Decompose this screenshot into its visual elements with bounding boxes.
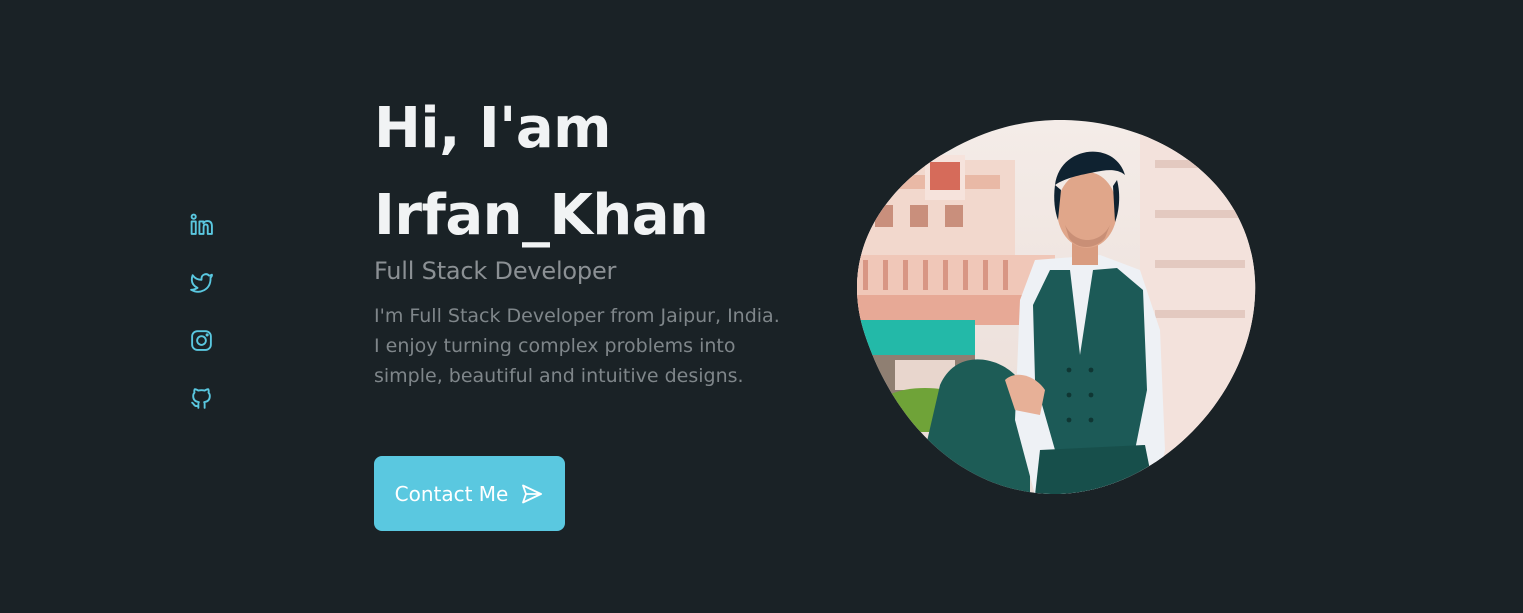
send-icon <box>522 484 543 503</box>
github-link[interactable] <box>189 386 214 411</box>
instagram-icon <box>191 330 212 351</box>
twitter-link[interactable] <box>189 270 214 295</box>
home-section: Hi, I'am Irfan_Khan Full Stack Developer… <box>0 0 1523 613</box>
hero-intro: Hi, I'am Irfan_Khan Full Stack Developer… <box>374 100 814 391</box>
hero-description: I'm Full Stack Developer from Jaipur, In… <box>374 301 814 391</box>
social-links <box>189 212 214 411</box>
hero-description-line: I enjoy turning complex problems into <box>374 335 736 357</box>
instagram-link[interactable] <box>189 328 214 353</box>
linkedin-link[interactable] <box>189 212 214 237</box>
hero-name: Irfan_Khan <box>374 183 709 248</box>
contact-me-button[interactable]: Contact Me <box>374 456 565 531</box>
contact-me-label: Contact Me <box>394 481 509 506</box>
hero-greeting: Hi, I'am <box>374 96 611 161</box>
github-icon <box>191 388 211 409</box>
hero-role: Full Stack Developer <box>374 257 617 285</box>
profile-blob-image <box>856 120 1256 495</box>
hero-description-line: simple, beautiful and intuitive designs. <box>374 365 744 387</box>
hero-description-line: I'm Full Stack Developer from Jaipur, In… <box>374 305 780 327</box>
twitter-icon <box>190 273 213 293</box>
profile-photo <box>855 120 1256 495</box>
hero-title: Hi, I'am Irfan_Khan <box>374 100 814 245</box>
linkedin-icon <box>190 213 213 235</box>
